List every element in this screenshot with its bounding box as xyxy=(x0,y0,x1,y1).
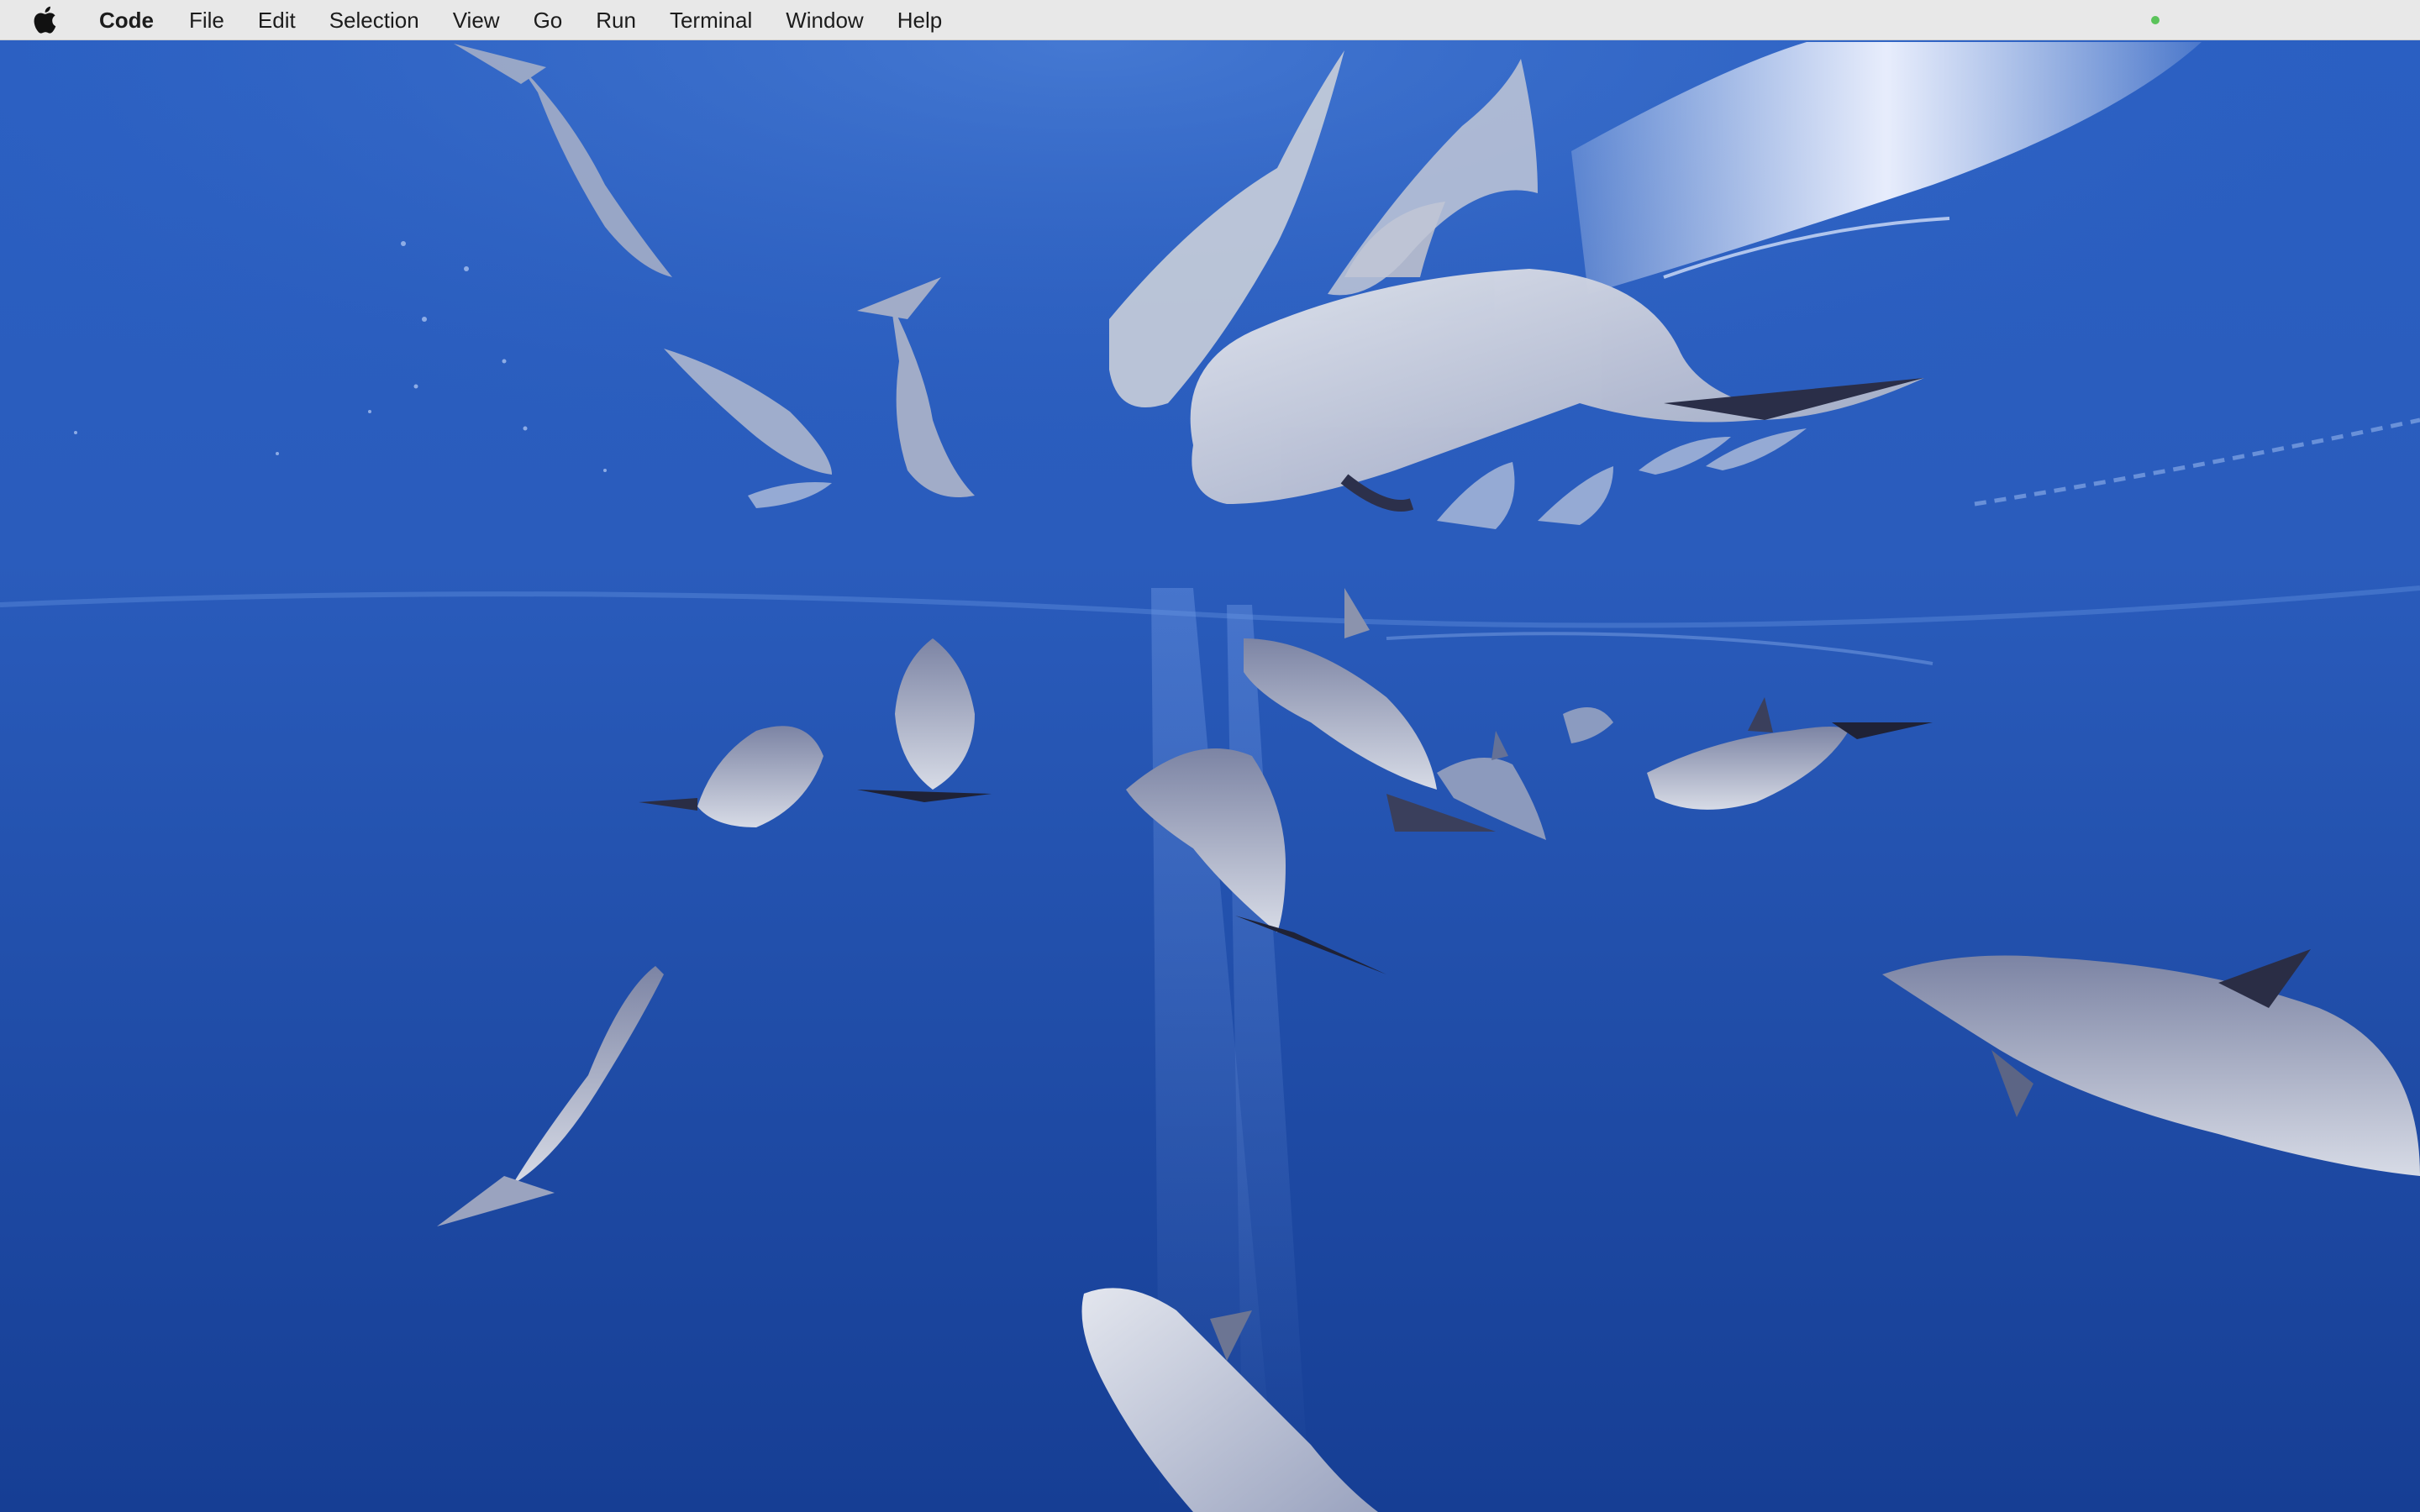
menu-help[interactable]: Help xyxy=(881,0,959,40)
desktop-screen: Code File Edit Selection View Go Run Ter… xyxy=(0,0,2420,1512)
menu-edit[interactable]: Edit xyxy=(241,0,313,40)
menu-bar: Code File Edit Selection View Go Run Ter… xyxy=(0,0,2420,40)
menu-view[interactable]: View xyxy=(436,0,517,40)
menu-selection[interactable]: Selection xyxy=(313,0,436,40)
menu-run[interactable]: Run xyxy=(579,0,653,40)
menu-file[interactable]: File xyxy=(172,0,241,40)
desktop-wallpaper xyxy=(0,40,2420,1512)
menu-go[interactable]: Go xyxy=(517,0,580,40)
menu-terminal[interactable]: Terminal xyxy=(653,0,769,40)
apple-logo-icon[interactable] xyxy=(32,6,57,34)
menu-app-name[interactable]: Code xyxy=(91,0,172,40)
status-indicator-dot xyxy=(2151,16,2160,24)
menu-window[interactable]: Window xyxy=(769,0,880,40)
